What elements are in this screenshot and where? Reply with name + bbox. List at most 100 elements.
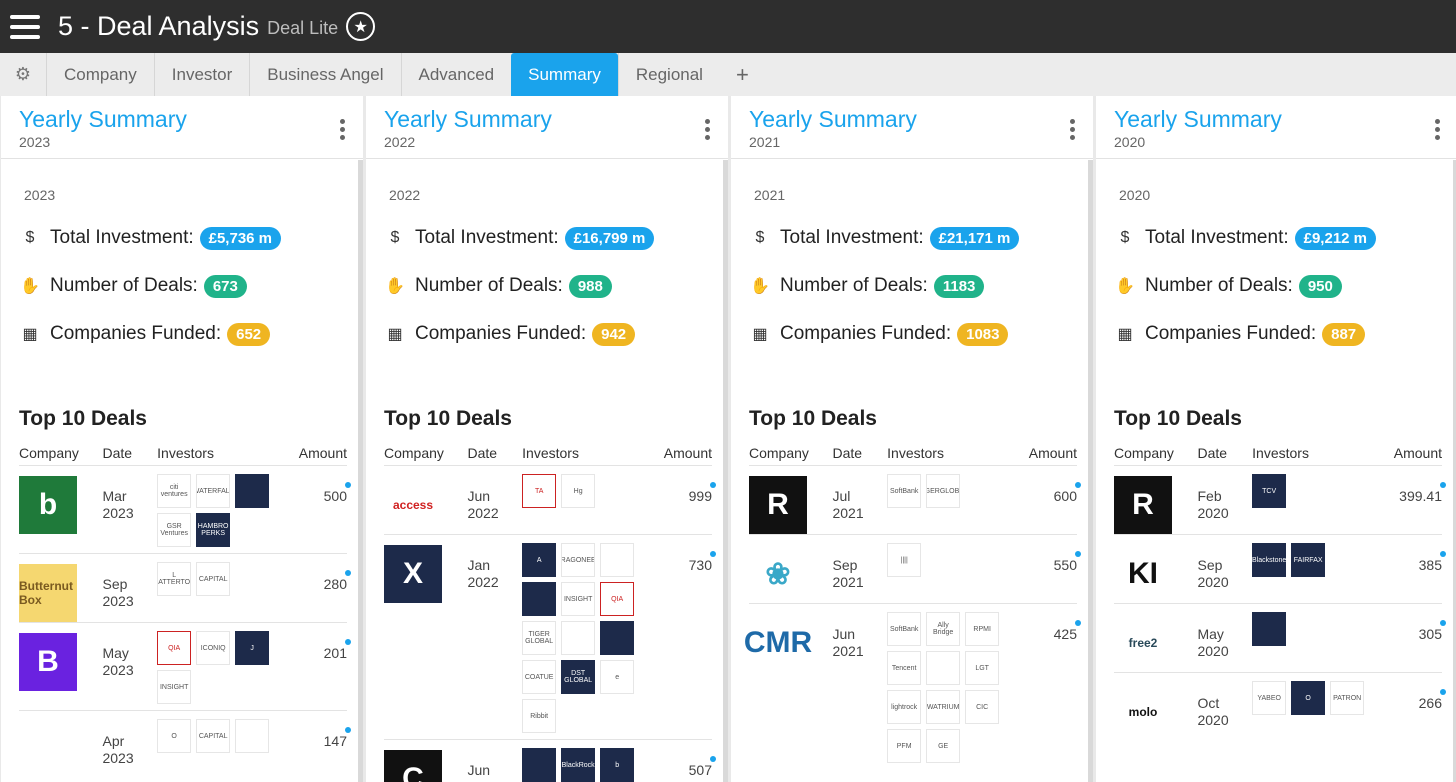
- investor-logo[interactable]: GSR Ventures: [157, 513, 192, 547]
- investor-logo[interactable]: O: [157, 719, 192, 753]
- investor-logo[interactable]: Blackstone: [1252, 543, 1287, 577]
- add-tab-icon[interactable]: +: [720, 53, 765, 96]
- investor-logo[interactable]: LGT: [965, 651, 1000, 685]
- company-logo[interactable]: B: [19, 633, 77, 691]
- col-date[interactable]: Date: [467, 445, 522, 465]
- table-row[interactable]: molo Oct 2020 YABEO O PATRON 266: [1114, 672, 1446, 741]
- company-logo[interactable]: C: [384, 750, 442, 782]
- investor-logo[interactable]: CAPITAL: [196, 562, 231, 596]
- company-logo[interactable]: X: [384, 545, 442, 603]
- investor-logo[interactable]: HAMBRO PERKS: [196, 513, 231, 547]
- tab-regional[interactable]: Regional: [617, 53, 720, 96]
- investor-logo[interactable]: citi ventures: [157, 474, 192, 508]
- investor-logo[interactable]: FAIRFAX: [1291, 543, 1326, 577]
- company-logo[interactable]: ❀: [749, 545, 807, 603]
- investor-logo[interactable]: [522, 748, 557, 782]
- table-row[interactable]: R Feb 2020 TCV 399.41: [1114, 465, 1446, 534]
- col-company[interactable]: Company: [749, 445, 832, 465]
- col-date[interactable]: Date: [1197, 445, 1252, 465]
- investor-logo[interactable]: O: [1291, 681, 1326, 715]
- table-row[interactable]: access Jun 2022 TA Hg 999: [384, 465, 716, 534]
- more-options-icon[interactable]: [1435, 119, 1440, 140]
- investor-logo[interactable]: ICONIQ: [196, 631, 231, 665]
- investor-logo[interactable]: e: [600, 660, 635, 694]
- col-investors[interactable]: Investors: [1252, 445, 1390, 465]
- col-amount[interactable]: Amount: [1390, 445, 1442, 465]
- investor-logo[interactable]: DST GLOBAL: [561, 660, 596, 694]
- col-amount[interactable]: Amount: [1025, 445, 1077, 465]
- investor-logo[interactable]: SoftBank: [887, 612, 922, 646]
- investor-logo[interactable]: Ribbit: [522, 699, 557, 733]
- company-logo[interactable]: access: [384, 476, 442, 534]
- investor-logo[interactable]: PATRON: [1330, 681, 1365, 715]
- table-row[interactable]: R Jul 2021 SoftBankTIGERGLOBAL 600: [749, 465, 1081, 534]
- tab-company[interactable]: Company: [46, 53, 154, 96]
- col-date[interactable]: Date: [832, 445, 887, 465]
- company-logo[interactable]: CMR: [744, 614, 812, 672]
- investor-logo[interactable]: ||||: [887, 543, 922, 577]
- col-amount[interactable]: Amount: [660, 445, 712, 465]
- star-icon[interactable]: ★: [346, 12, 376, 41]
- tab-investor[interactable]: Investor: [153, 53, 249, 96]
- investor-logo[interactable]: QIA: [600, 582, 635, 616]
- investor-logo[interactable]: [522, 582, 557, 616]
- investor-logo[interactable]: WATRIUM: [926, 690, 961, 724]
- investor-logo[interactable]: lightrock: [887, 690, 922, 724]
- tab-business-angel[interactable]: Business Angel: [249, 53, 400, 96]
- col-company[interactable]: Company: [384, 445, 467, 465]
- investor-logo[interactable]: [1252, 612, 1287, 646]
- more-options-icon[interactable]: [1070, 119, 1075, 140]
- investor-logo[interactable]: TIGERGLOBAL: [926, 474, 961, 508]
- col-investors[interactable]: Investors: [887, 445, 1025, 465]
- investor-logo[interactable]: YABEO: [1252, 681, 1287, 715]
- company-logo[interactable]: b: [19, 476, 77, 534]
- table-row[interactable]: X Jan 2022 ADRAGONEER INSIGHTQIA TIGER GLO…: [384, 534, 716, 739]
- investor-logo[interactable]: A: [522, 543, 557, 577]
- investor-logo[interactable]: COATUE: [522, 660, 557, 694]
- company-logo[interactable]: R: [749, 476, 807, 534]
- investor-logo[interactable]: CIC: [965, 690, 1000, 724]
- investor-logo[interactable]: RPMI: [965, 612, 1000, 646]
- menu-icon[interactable]: [10, 14, 40, 39]
- table-row[interactable]: B May 2023 QIA ICONIQ J INSIGHT 201: [19, 622, 351, 710]
- company-logo[interactable]: free2: [1114, 614, 1172, 672]
- investor-logo[interactable]: J: [235, 631, 270, 665]
- investor-logo[interactable]: PFM: [887, 729, 922, 763]
- investor-logo[interactable]: CAPITAL: [196, 719, 231, 753]
- scrollbar[interactable]: [358, 160, 363, 782]
- company-logo[interactable]: KI: [1114, 545, 1172, 603]
- tab-summary[interactable]: Summary: [511, 53, 618, 96]
- col-date[interactable]: Date: [102, 445, 157, 465]
- investor-logo[interactable]: TA: [522, 474, 557, 508]
- company-logo[interactable]: Butternut Box: [19, 564, 77, 622]
- table-row[interactable]: ❀ Sep 2021 |||| 550: [749, 534, 1081, 603]
- investor-logo[interactable]: Ally Bridge: [926, 612, 961, 646]
- table-row[interactable]: C Jun 2022 BlackRockb 507: [384, 739, 716, 782]
- investor-logo[interactable]: INSIGHT: [157, 670, 192, 704]
- col-investors[interactable]: Investors: [522, 445, 660, 465]
- table-row[interactable]: CMR Jun 2021 SoftBank Ally Bridge RPMI Tenc…: [744, 603, 1081, 769]
- table-row[interactable]: Butternut Box Sep 2023 L CATTERTONCAPITA…: [19, 553, 351, 622]
- more-options-icon[interactable]: [705, 119, 710, 140]
- col-company[interactable]: Company: [1114, 445, 1197, 465]
- investor-logo[interactable]: QIA: [157, 631, 192, 665]
- tab-advanced[interactable]: Advanced: [400, 53, 512, 96]
- investor-logo[interactable]: TIGER GLOBAL: [522, 621, 557, 655]
- investor-logo[interactable]: [926, 651, 961, 685]
- gear-icon[interactable]: ⚙: [0, 53, 46, 96]
- col-investors[interactable]: Investors: [157, 445, 295, 465]
- investor-logo[interactable]: Tencent: [887, 651, 922, 685]
- investor-logo[interactable]: [235, 719, 270, 753]
- investor-logo[interactable]: [235, 474, 270, 508]
- company-logo[interactable]: molo: [1114, 683, 1172, 741]
- investor-logo[interactable]: SoftBank: [887, 474, 922, 508]
- investor-logo[interactable]: [600, 543, 635, 577]
- col-amount[interactable]: Amount: [295, 445, 347, 465]
- table-row[interactable]: free2 May 2020 305: [1114, 603, 1446, 672]
- investor-logo[interactable]: [600, 621, 635, 655]
- table-row[interactable]: Apr 2023 O CAPITAL 147: [19, 710, 351, 779]
- investor-logo[interactable]: GE: [926, 729, 961, 763]
- investor-logo[interactable]: DRAGONEER: [561, 543, 596, 577]
- scrollbar[interactable]: [1088, 160, 1093, 782]
- more-options-icon[interactable]: [340, 119, 345, 140]
